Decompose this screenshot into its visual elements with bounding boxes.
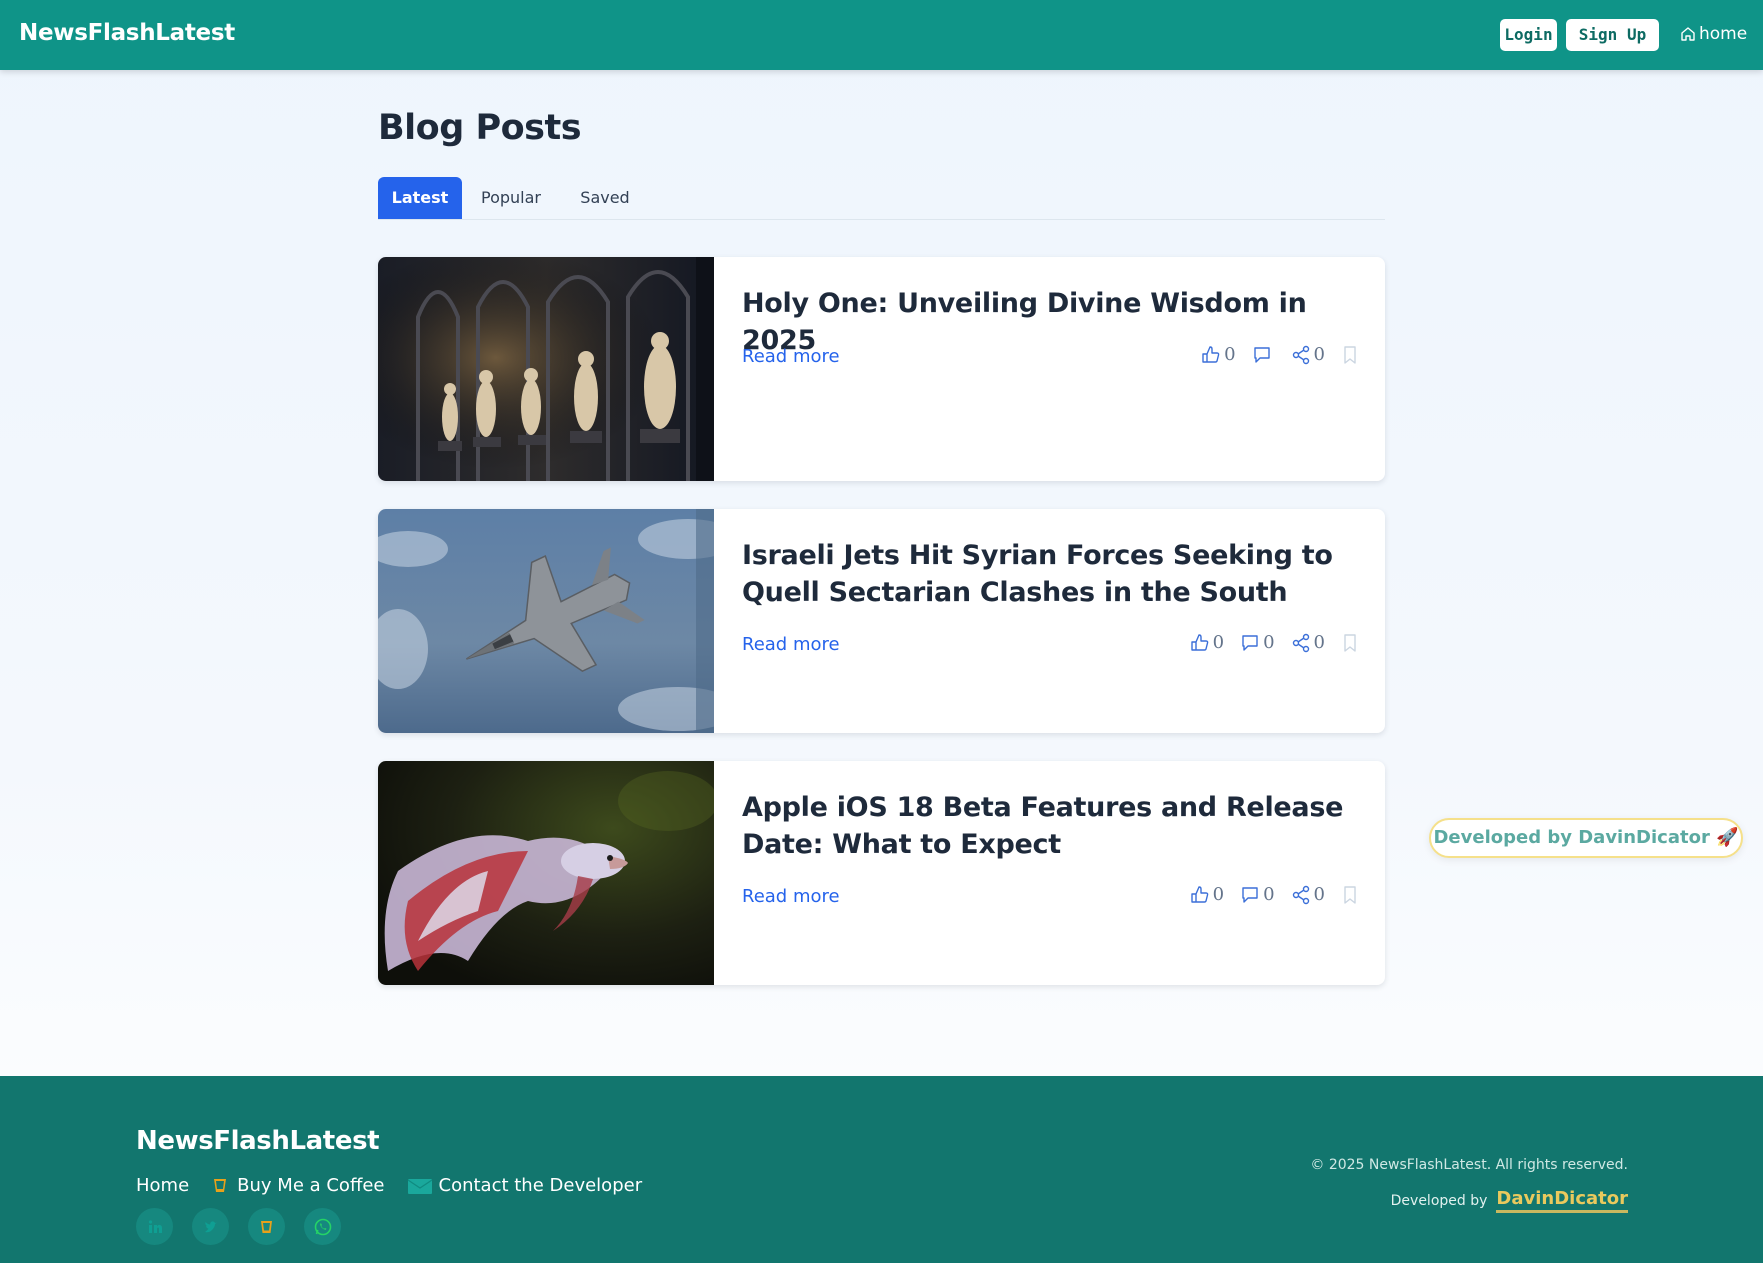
page-title: Blog Posts (378, 108, 582, 148)
developed-by-label: Developed by (1390, 1192, 1488, 1209)
comment-button[interactable]: 0 (1240, 884, 1275, 905)
like-button[interactable]: 0 (1190, 884, 1224, 905)
post-actions: 0 0 (1201, 344, 1359, 365)
comment-icon (1253, 346, 1270, 363)
post-title[interactable]: Israeli Jets Hit Syrian Forces Seeking t… (742, 537, 1362, 611)
like-button[interactable]: 0 (1201, 344, 1236, 365)
brand-logo[interactable]: NewsFlashLatest (19, 20, 235, 46)
share-button[interactable]: 0 (1291, 632, 1325, 653)
post-card[interactable]: Holy One: Unveiling Divine Wisdom in 202… (378, 257, 1385, 481)
footer-coffee-label: Buy Me a Coffee (237, 1175, 385, 1196)
bookmark-icon (1344, 345, 1356, 364)
thumbs-up-icon (1202, 345, 1220, 363)
read-more-link[interactable]: Read more (742, 886, 840, 907)
tab-latest[interactable]: Latest (378, 177, 462, 219)
twitter-icon (204, 1220, 217, 1232)
share-count: 0 (1313, 884, 1325, 905)
footer-home-link[interactable]: Home (136, 1175, 189, 1196)
post-image-fighter-jet[interactable] (378, 509, 714, 733)
comment-button[interactable]: 0 (1240, 632, 1275, 653)
comment-icon (1242, 634, 1258, 651)
post-image-betta-fish[interactable] (378, 761, 714, 985)
social-links (136, 1208, 341, 1245)
top-navbar: NewsFlashLatest Login Sign Up home (0, 0, 1763, 70)
signup-button[interactable]: Sign Up (1566, 19, 1659, 51)
comment-count: 0 (1263, 632, 1275, 653)
coffee-cup-icon (260, 1220, 272, 1233)
linkedin-link[interactable] (136, 1208, 173, 1245)
mail-icon (407, 1178, 432, 1194)
home-link[interactable]: home (1680, 24, 1747, 44)
post-actions: 0 0 0 (1190, 884, 1359, 905)
post-actions: 0 0 0 (1190, 632, 1359, 653)
share-button[interactable]: 0 (1291, 884, 1325, 905)
bookmark-button[interactable] (1341, 345, 1359, 365)
developer-link[interactable]: DavinDicator (1496, 1188, 1628, 1213)
post-tabs: Latest Popular Saved (378, 177, 1385, 220)
footer-contact-link[interactable]: Contact the Developer (407, 1175, 643, 1196)
post-card[interactable]: Apple iOS 18 Beta Features and Release D… (378, 761, 1385, 985)
share-icon (1292, 885, 1309, 904)
comment-button[interactable] (1252, 345, 1275, 365)
footer-coffee-link[interactable]: Buy Me a Coffee (211, 1175, 385, 1196)
share-button[interactable]: 0 (1291, 344, 1325, 365)
footer-home-label: Home (136, 1175, 190, 1196)
share-count: 0 (1313, 632, 1325, 653)
read-more-link[interactable]: Read more (742, 634, 840, 655)
comment-count: 0 (1263, 884, 1275, 905)
home-link-label: home (1699, 24, 1748, 44)
share-icon (1292, 633, 1309, 652)
post-image-cathedral[interactable] (378, 257, 714, 481)
thumbs-up-icon (1190, 885, 1208, 903)
coffee-cup-icon (214, 1178, 227, 1192)
whatsapp-icon (314, 1218, 331, 1235)
footer-developer: Developed by DavinDicator (1391, 1188, 1628, 1213)
thumbs-up-icon (1190, 633, 1208, 651)
share-count: 0 (1313, 344, 1325, 365)
linkedin-icon (148, 1219, 162, 1233)
developer-badge[interactable]: Developed by DavinDicator 🚀 (1429, 818, 1743, 858)
share-icon (1292, 345, 1309, 364)
whatsapp-link[interactable] (304, 1208, 341, 1245)
copyright-text: © 2025 NewsFlashLatest. All rights reser… (1310, 1157, 1628, 1173)
home-icon (1681, 27, 1695, 41)
comment-icon (1242, 886, 1258, 903)
post-card[interactable]: Israeli Jets Hit Syrian Forces Seeking t… (378, 509, 1385, 733)
bookmark-button[interactable] (1341, 885, 1359, 905)
post-title[interactable]: Apple iOS 18 Beta Features and Release D… (742, 789, 1362, 863)
site-footer: NewsFlashLatest Home Buy Me a Coffee Con… (0, 1076, 1763, 1263)
bookmark-icon (1344, 885, 1356, 904)
bookmark-button[interactable] (1341, 633, 1359, 653)
twitter-link[interactable] (192, 1208, 229, 1245)
like-count: 0 (1212, 632, 1225, 653)
footer-brand[interactable]: NewsFlashLatest (136, 1126, 380, 1156)
footer-contact-label: Contact the Developer (438, 1175, 643, 1196)
like-count: 0 (1224, 344, 1236, 365)
tab-popular[interactable]: Popular (462, 177, 560, 219)
coffee-social-link[interactable] (248, 1208, 285, 1245)
bookmark-icon (1344, 633, 1356, 652)
login-button[interactable]: Login (1500, 19, 1557, 51)
read-more-link[interactable]: Read more (742, 346, 840, 367)
like-count: 0 (1212, 884, 1225, 905)
tab-saved[interactable]: Saved (560, 177, 650, 219)
like-button[interactable]: 0 (1190, 632, 1224, 653)
footer-links: Home Buy Me a Coffee Contact the Develop… (136, 1175, 642, 1196)
